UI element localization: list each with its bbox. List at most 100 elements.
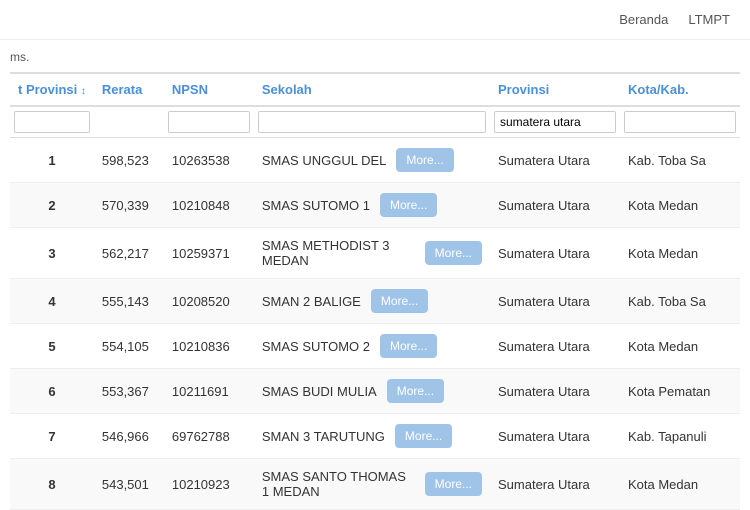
cell-rank: 2 <box>10 183 94 228</box>
filter-input-kotakab[interactable] <box>624 111 736 133</box>
cell-sekolah: SMAN 2 BALIGE More... <box>254 279 490 324</box>
cell-sekolah: SMAS METHODIST 3 MEDAN More... <box>254 228 490 279</box>
filter-input-npsn[interactable] <box>168 111 250 133</box>
cell-provinsi: Sumatera Utara <box>490 138 620 183</box>
cell-provinsi: Sumatera Utara <box>490 324 620 369</box>
more-button[interactable]: More... <box>395 424 452 448</box>
nav-ltmpt[interactable]: LTMPT <box>688 12 730 27</box>
cell-kotakab: Kota Medan <box>620 324 740 369</box>
subtitle: ms. <box>10 50 740 64</box>
filter-row <box>10 106 740 138</box>
cell-provinsi: Sumatera Utara <box>490 228 620 279</box>
cell-rerata: 555,143 <box>94 279 164 324</box>
cell-kotakab: Kota Medan <box>620 459 740 510</box>
cell-rank: 8 <box>10 459 94 510</box>
header-row: t Provinsi ↕ Rerata NPSN Sekolah Provins… <box>10 73 740 106</box>
cell-rank: 6 <box>10 369 94 414</box>
cell-rerata: 553,367 <box>94 369 164 414</box>
cell-provinsi: Sumatera Utara <box>490 279 620 324</box>
filter-cell-npsn <box>164 106 254 138</box>
table-row: 3 562,217 10259371 SMAS METHODIST 3 MEDA… <box>10 228 740 279</box>
cell-rank: 4 <box>10 279 94 324</box>
school-ranking-table: t Provinsi ↕ Rerata NPSN Sekolah Provins… <box>10 72 740 510</box>
cell-sekolah: SMAS UNGGUL DEL More... <box>254 138 490 183</box>
school-name: SMAS UNGGUL DEL <box>262 153 387 168</box>
cell-rank: 5 <box>10 324 94 369</box>
cell-kotakab: Kota Medan <box>620 183 740 228</box>
filter-cell-provinsi <box>490 106 620 138</box>
school-name: SMAS BUDI MULIA <box>262 384 377 399</box>
cell-sekolah: SMAN 3 TARUTUNG More... <box>254 414 490 459</box>
cell-rank: 1 <box>10 138 94 183</box>
cell-kotakab: Kab. Tapanuli <box>620 414 740 459</box>
table-body: 1 598,523 10263538 SMAS UNGGUL DEL More.… <box>10 138 740 510</box>
cell-kotakab: Kab. Toba Sa <box>620 279 740 324</box>
cell-provinsi: Sumatera Utara <box>490 369 620 414</box>
table-row: 5 554,105 10210836 SMAS SUTOMO 2 More...… <box>10 324 740 369</box>
cell-npsn: 10210836 <box>164 324 254 369</box>
col-header-rerata: Rerata <box>94 73 164 106</box>
cell-npsn: 10210923 <box>164 459 254 510</box>
more-button[interactable]: More... <box>380 334 437 358</box>
cell-kotakab: Kota Medan <box>620 228 740 279</box>
table-row: 7 546,966 69762788 SMAN 3 TARUTUNG More.… <box>10 414 740 459</box>
more-button[interactable]: More... <box>425 472 482 496</box>
cell-sekolah: SMAS SANTO THOMAS 1 MEDAN More... <box>254 459 490 510</box>
cell-rerata: 598,523 <box>94 138 164 183</box>
cell-provinsi: Sumatera Utara <box>490 183 620 228</box>
sort-icon-rank: ↕ <box>81 86 86 97</box>
table-row: 8 543,501 10210923 SMAS SANTO THOMAS 1 M… <box>10 459 740 510</box>
school-name: SMAN 2 BALIGE <box>262 294 361 309</box>
cell-npsn: 69762788 <box>164 414 254 459</box>
col-header-sekolah: Sekolah <box>254 73 490 106</box>
more-button[interactable]: More... <box>371 289 428 313</box>
cell-sekolah: SMAS SUTOMO 2 More... <box>254 324 490 369</box>
table-row: 2 570,339 10210848 SMAS SUTOMO 1 More...… <box>10 183 740 228</box>
cell-kotakab: Kota Pematan <box>620 369 740 414</box>
cell-rank: 7 <box>10 414 94 459</box>
table-row: 1 598,523 10263538 SMAS UNGGUL DEL More.… <box>10 138 740 183</box>
cell-provinsi: Sumatera Utara <box>490 459 620 510</box>
cell-kotakab: Kab. Toba Sa <box>620 138 740 183</box>
cell-sekolah: SMAS BUDI MULIA More... <box>254 369 490 414</box>
cell-rerata: 554,105 <box>94 324 164 369</box>
cell-npsn: 10211691 <box>164 369 254 414</box>
cell-rerata: 570,339 <box>94 183 164 228</box>
filter-cell-kotakab <box>620 106 740 138</box>
filter-cell-rerata <box>94 106 164 138</box>
page-content: ms. t Provinsi ↕ Rerata NPSN Sekolah Pro… <box>0 40 750 510</box>
cell-rerata: 543,501 <box>94 459 164 510</box>
cell-npsn: 10210848 <box>164 183 254 228</box>
cell-rerata: 562,217 <box>94 228 164 279</box>
more-button[interactable]: More... <box>387 379 444 403</box>
school-name: SMAN 3 TARUTUNG <box>262 429 385 444</box>
more-button[interactable]: More... <box>425 241 482 265</box>
filter-cell-rank <box>10 106 94 138</box>
table-row: 6 553,367 10211691 SMAS BUDI MULIA More.… <box>10 369 740 414</box>
table-row: 4 555,143 10208520 SMAN 2 BALIGE More...… <box>10 279 740 324</box>
filter-input-rank[interactable] <box>14 111 90 133</box>
cell-npsn: 10259371 <box>164 228 254 279</box>
cell-provinsi: Sumatera Utara <box>490 414 620 459</box>
filter-input-sekolah[interactable] <box>258 111 486 133</box>
nav-beranda[interactable]: Beranda <box>619 12 668 27</box>
cell-sekolah: SMAS SUTOMO 1 More... <box>254 183 490 228</box>
cell-rank: 3 <box>10 228 94 279</box>
top-navigation: Beranda LTMPT <box>0 0 750 40</box>
col-header-provinsi: Provinsi <box>490 73 620 106</box>
school-name: SMAS METHODIST 3 MEDAN <box>262 238 415 268</box>
school-name: SMAS SUTOMO 2 <box>262 339 370 354</box>
cell-rerata: 546,966 <box>94 414 164 459</box>
filter-cell-sekolah <box>254 106 490 138</box>
cell-npsn: 10263538 <box>164 138 254 183</box>
school-name: SMAS SANTO THOMAS 1 MEDAN <box>262 469 415 499</box>
more-button[interactable]: More... <box>396 148 453 172</box>
filter-input-provinsi[interactable] <box>494 111 616 133</box>
more-button[interactable]: More... <box>380 193 437 217</box>
col-header-kotakab: Kota/Kab. <box>620 73 740 106</box>
col-header-rank: t Provinsi ↕ <box>10 73 94 106</box>
school-name: SMAS SUTOMO 1 <box>262 198 370 213</box>
cell-npsn: 10208520 <box>164 279 254 324</box>
col-header-npsn: NPSN <box>164 73 254 106</box>
table-container: t Provinsi ↕ Rerata NPSN Sekolah Provins… <box>10 72 740 510</box>
